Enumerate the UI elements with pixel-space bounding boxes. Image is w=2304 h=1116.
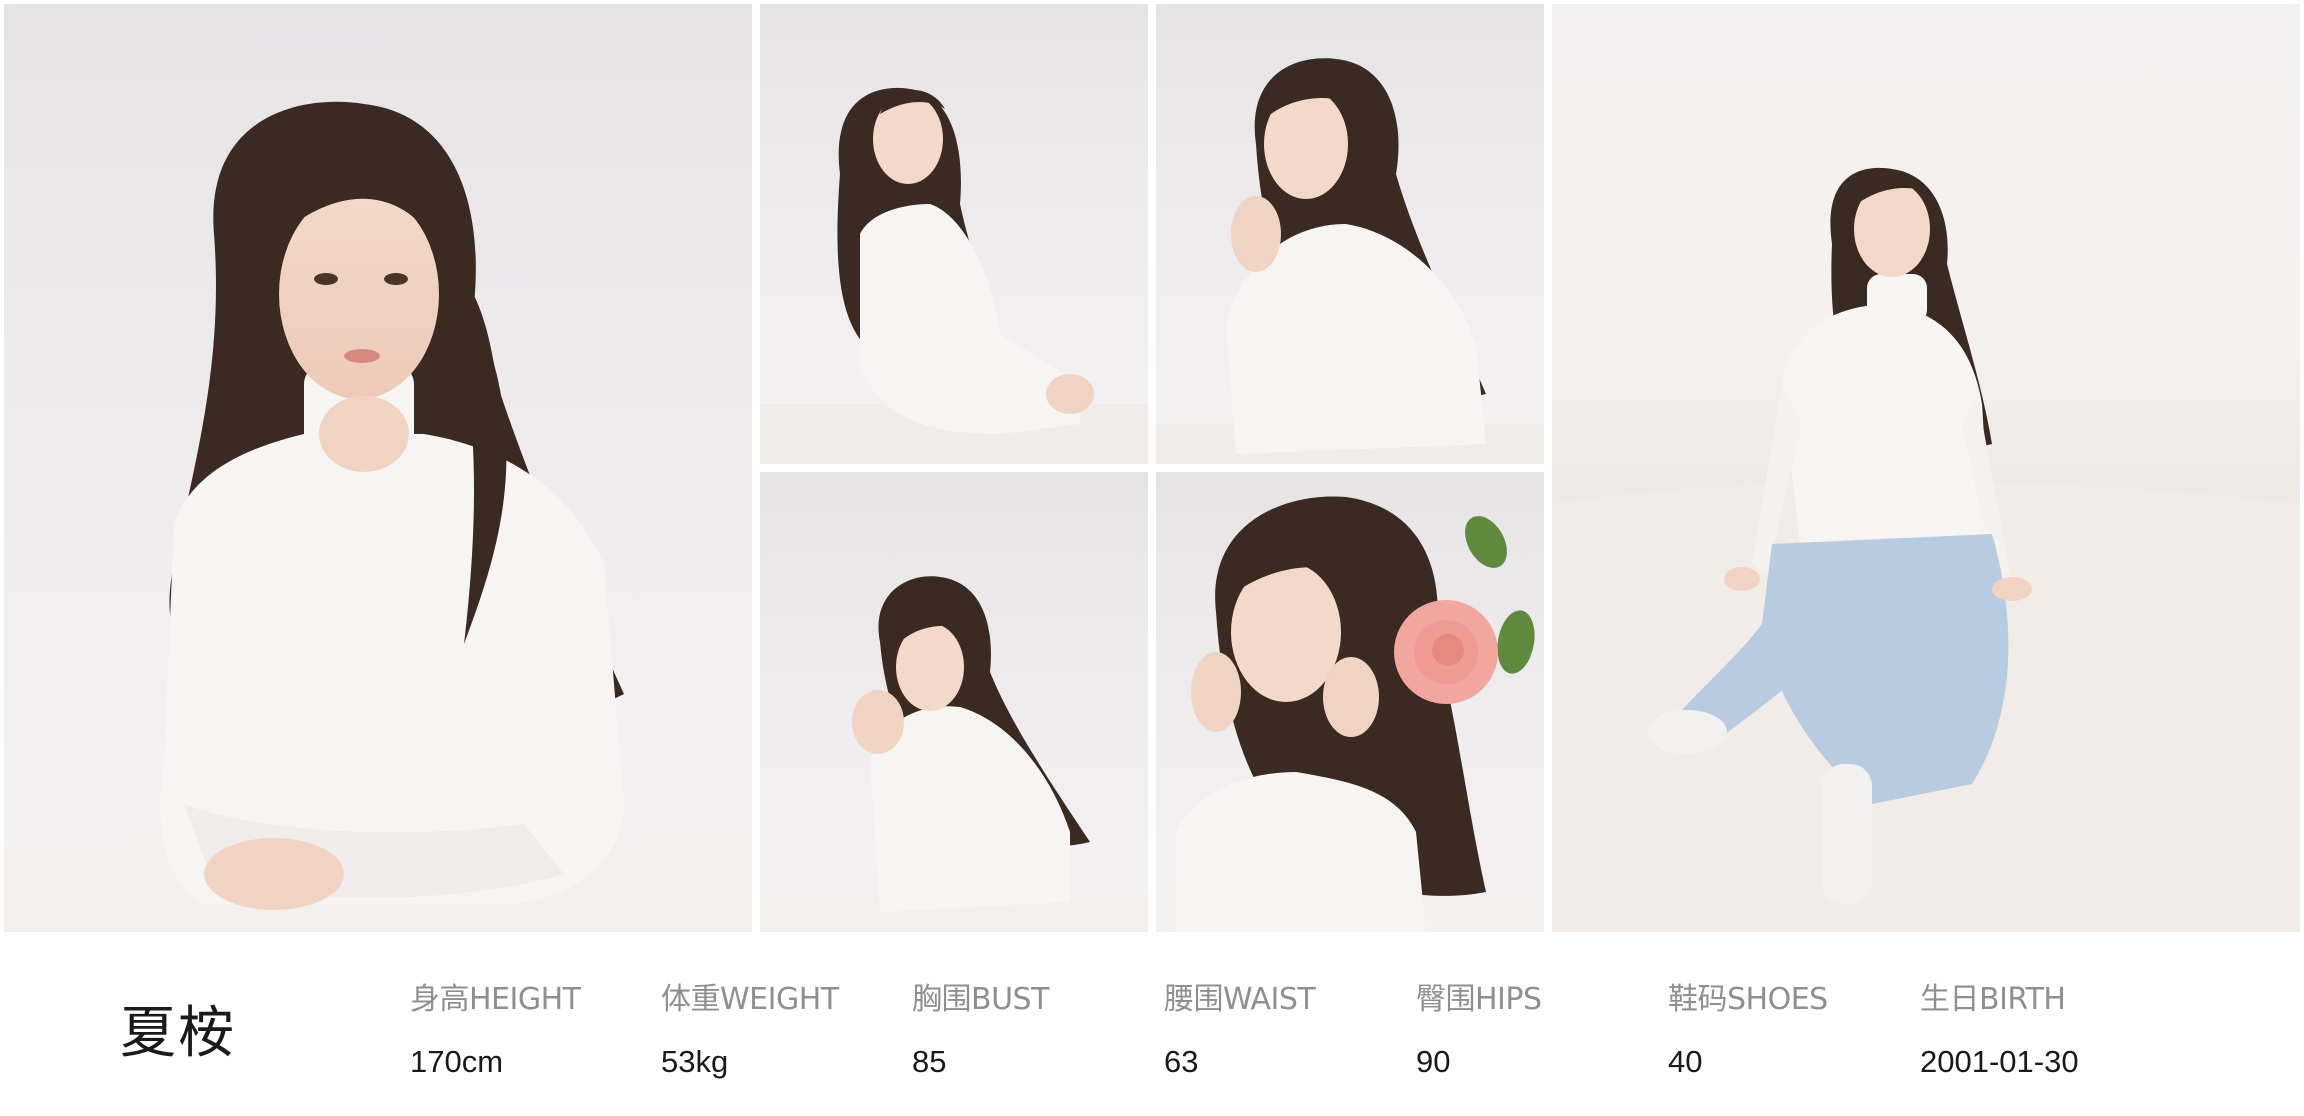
- stat-value: 85: [912, 1044, 947, 1079]
- pose-illustration: [760, 576, 1148, 932]
- stat-birth: 生日BIRTH 2001-01-30: [1920, 974, 2079, 1080]
- stat-value: 2001-01-30: [1920, 1044, 2079, 1079]
- stat-label: 胸围BUST: [912, 982, 1049, 1017]
- stat-bust: 胸围BUST 85: [912, 974, 1049, 1080]
- photo-pose-hand-to-face: [1156, 4, 1544, 464]
- portrait-illustration: [4, 101, 752, 932]
- pose-illustration: [1156, 58, 1544, 464]
- stat-label: 鞋码SHOES: [1668, 982, 1828, 1017]
- photo-pose-hands-clasped: [760, 472, 1148, 932]
- stat-label: 体重WEIGHT: [661, 982, 839, 1017]
- stat-value: 90: [1416, 1044, 1451, 1079]
- model-info-bar: 夏桉 身高HEIGHT 170cm 体重WEIGHT 53kg 胸围BUST 8…: [0, 940, 2304, 1116]
- photo-portrait-main: [4, 4, 752, 932]
- stat-hips: 臀围HIPS 90: [1416, 974, 1542, 1080]
- stat-value: 40: [1668, 1044, 1703, 1079]
- stat-label: 身高HEIGHT: [410, 982, 581, 1017]
- photo-full-body-seated: [1552, 4, 2300, 932]
- model-name: 夏桉: [120, 1001, 236, 1066]
- full-body-illustration: [1552, 167, 2300, 932]
- stat-waist: 腰围WAIST 63: [1164, 974, 1316, 1080]
- stat-weight: 体重WEIGHT 53kg: [661, 974, 839, 1080]
- stat-value: 53kg: [661, 1044, 729, 1079]
- pose-illustration: [760, 87, 1148, 464]
- stat-value: 170cm: [410, 1044, 504, 1079]
- pose-illustration: [1176, 496, 1535, 932]
- stat-shoes: 鞋码SHOES 40: [1668, 974, 1828, 1080]
- stat-value: 63: [1164, 1044, 1199, 1079]
- stat-label: 腰围WAIST: [1164, 982, 1316, 1017]
- stat-label: 臀围HIPS: [1416, 982, 1542, 1017]
- stat-label: 生日BIRTH: [1920, 982, 2066, 1017]
- photo-pose-with-rose: [1156, 472, 1544, 932]
- stat-height: 身高HEIGHT 170cm: [410, 974, 581, 1080]
- photo-pose-seated-side: [760, 4, 1148, 464]
